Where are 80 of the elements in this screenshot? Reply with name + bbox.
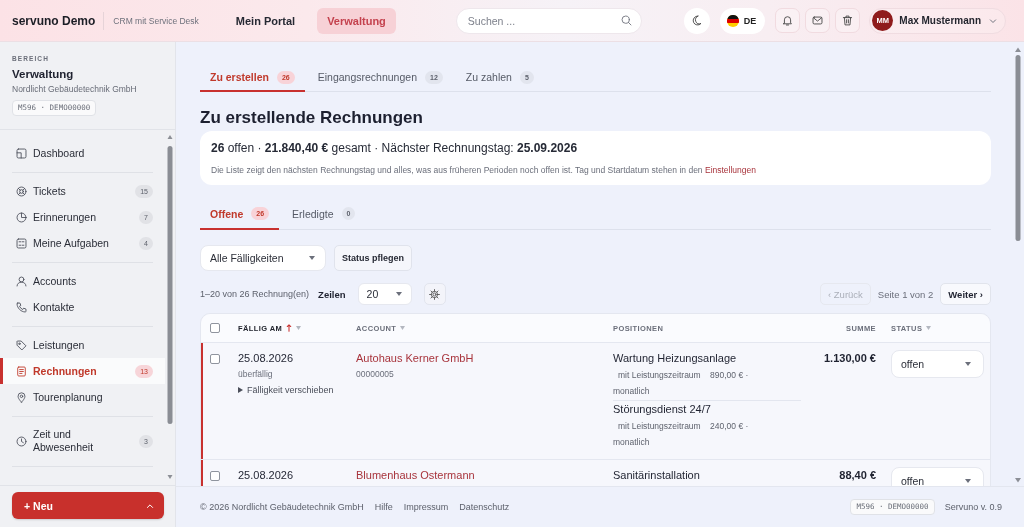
language-button[interactable]: DE (719, 7, 766, 34)
footer-link[interactable]: Datenschutz (459, 502, 510, 512)
footer-link[interactable]: Hilfe (374, 502, 393, 512)
account-link[interactable]: Autohaus Kerner GmbH (356, 351, 613, 365)
settings-link[interactable]: Einstellungen (704, 165, 756, 175)
document-icon (16, 365, 27, 377)
messages-button[interactable] (805, 8, 831, 33)
summary-line: 26 offen · 21.840,40 € gesamt · Nächster Rechnungstag: 25.09.2026 (211, 140, 579, 156)
position-name: Wartung Heizungsanlage (613, 351, 738, 365)
checklist-icon (16, 237, 27, 249)
clock-icon (16, 435, 27, 447)
theme-toggle-button[interactable] (683, 7, 710, 34)
tag-icon (16, 339, 27, 351)
page-indicator: Seite 1 von 2 (877, 288, 934, 300)
arrow-up-icon (286, 324, 293, 332)
chevron-up-icon (146, 502, 154, 509)
flag-icon (726, 14, 739, 27)
user-icon (16, 275, 27, 287)
account-link[interactable]: Blumenhaus Ostermann (356, 468, 613, 482)
moon-icon (691, 15, 703, 26)
rows-per-page-select[interactable]: 20 (357, 283, 412, 305)
position-name: Sanitärinstallation (613, 468, 701, 482)
dashboard-icon (16, 147, 27, 159)
phone-icon (16, 301, 27, 313)
due-status: überfällig (238, 368, 274, 380)
envelope-icon (812, 15, 824, 26)
caret-icon (965, 362, 971, 366)
search-input[interactable]: Suchen ... (467, 14, 608, 27)
amount: 88,40 € (838, 468, 876, 482)
due-date: 25.08.2026 (238, 351, 295, 365)
position-detail: mit Leistungszeitraum 890,00 € · monatlich (613, 369, 750, 398)
table-settings-button[interactable] (423, 283, 446, 305)
page-title: Zu erstellende Rechnungen (200, 108, 424, 128)
row-checkbox[interactable] (210, 354, 220, 364)
due-date: 25.08.2026 (238, 468, 295, 482)
amount: 1.130,00 € (823, 351, 876, 365)
bell-icon (782, 15, 794, 26)
top-nav-tab[interactable]: Verwaltung (317, 7, 396, 34)
sidebar-item[interactable]: Accounts (0, 268, 165, 294)
position-name: Störungsdienst 24/7 (613, 402, 712, 416)
top-nav-tab[interactable]: Mein Portal (225, 7, 306, 34)
summary-note: Die Liste zeigt den nächsten Rechnungstag und alles, was aus früheren Perioden noch offen ist. Tag und Startdatum stehen in den Einstellungen (211, 164, 757, 176)
search-icon (620, 15, 632, 26)
company-name: Nordlicht Gebäudetechnik GmbH (12, 84, 138, 94)
sidebar-item[interactable]: Kontakte (0, 294, 165, 320)
caret-icon (309, 256, 315, 260)
row-checkbox[interactable] (210, 471, 220, 481)
version-text: Servuno v. 0.9 (944, 502, 1002, 512)
select-all-checkbox[interactable] (210, 323, 220, 333)
section-title: Verwaltung (12, 68, 75, 80)
timer-icon (16, 211, 27, 223)
lifebuoy-icon (16, 185, 27, 197)
trash-button[interactable] (835, 8, 861, 33)
search-field[interactable]: Suchen ... (455, 7, 642, 34)
account-number: 00000005 (356, 368, 395, 380)
sidebar-item[interactable]: Dashboard (0, 140, 165, 166)
app-name: servuno Demo (12, 13, 96, 28)
caret-icon (965, 479, 971, 483)
new-button[interactable]: + Neu (12, 492, 164, 519)
copyright-text: © 2026 Nordlicht Gebäudetechnik GmbH (200, 502, 364, 512)
postpone-toggle[interactable]: Fälligkeit verschieben (238, 384, 334, 396)
settings-icon (429, 288, 441, 300)
caret-icon (395, 292, 402, 296)
status-select[interactable]: offen (891, 467, 984, 486)
status-button[interactable]: Status pflegen (334, 245, 412, 271)
footer-link[interactable]: Impressum (403, 502, 449, 512)
trash-icon (842, 15, 854, 26)
rows-label: Zeilen (318, 288, 346, 300)
sidebar-item[interactable]: Tourenplanung (0, 384, 165, 410)
disclosure-triangle-icon (238, 387, 243, 393)
notifications-button[interactable] (775, 8, 801, 33)
map-pin-icon (16, 391, 27, 403)
app-tagline: CRM mit Service Desk (113, 15, 199, 26)
next-page-button[interactable]: Weiter › (940, 283, 991, 305)
status-select[interactable]: offen (891, 350, 984, 378)
chevron-down-icon (989, 17, 997, 24)
result-count: 1–20 von 26 Rechnung(en) (200, 289, 310, 299)
due-filter-dropdown[interactable]: Alle Fälligkeiten (200, 245, 326, 271)
position-detail: mit Leistungszeitraum 240,00 € · monatlich (613, 420, 750, 449)
sidebar-item[interactable]: Leistungen (0, 332, 165, 358)
